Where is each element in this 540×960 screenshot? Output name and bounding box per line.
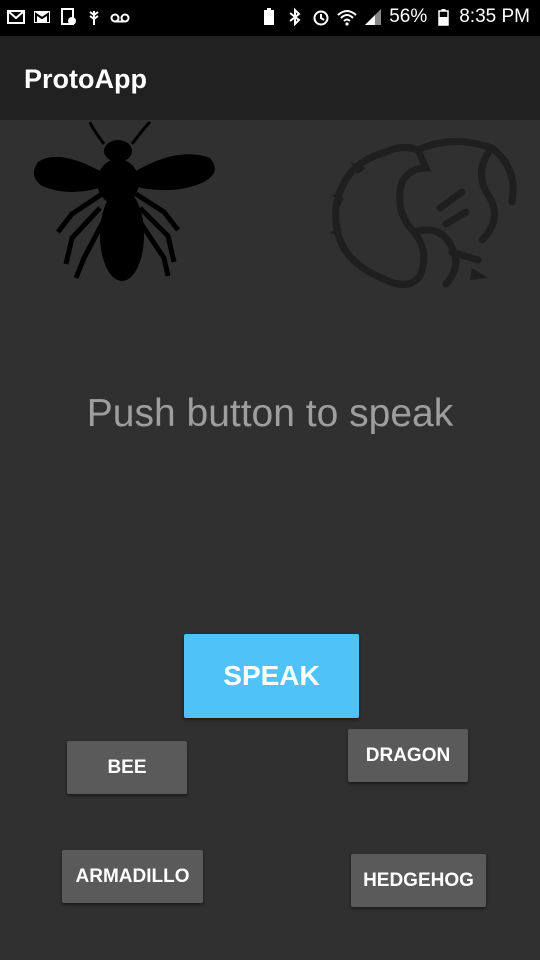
bee-image <box>33 120 215 281</box>
dragon-button[interactable]: DRAGON <box>348 729 468 782</box>
status-bar: 56% 8:35 PM <box>0 0 540 36</box>
dragon-image <box>330 137 517 288</box>
system-icons: 56% 8:35 PM <box>259 6 530 28</box>
battery-saver-icon <box>264 8 275 25</box>
speak-prompt: Push button to speak <box>86 392 454 435</box>
signal-icon <box>365 9 382 25</box>
alarm-icon <box>313 10 329 26</box>
battery-percent: 56% <box>389 6 428 27</box>
speak-button[interactable]: SPEAK <box>184 634 359 718</box>
wheat-icon <box>89 11 99 25</box>
bee-button[interactable]: BEE <box>67 741 187 794</box>
bluetooth-icon <box>289 7 301 27</box>
app-bar: ProtoApp <box>0 36 540 120</box>
clock: 8:35 PM <box>459 6 530 27</box>
battery-icon <box>438 9 449 26</box>
notification-icons <box>6 7 130 27</box>
mail-icon <box>7 10 25 24</box>
voicemail-icon <box>110 13 130 23</box>
wifi-icon <box>337 10 357 26</box>
download-icon <box>61 8 76 25</box>
gmail-icon <box>34 11 50 23</box>
app-title: ProtoApp <box>24 64 147 94</box>
hedgehog-button[interactable]: HEDGEHOG <box>351 854 486 907</box>
armadillo-button[interactable]: ARMADILLO <box>62 850 203 903</box>
